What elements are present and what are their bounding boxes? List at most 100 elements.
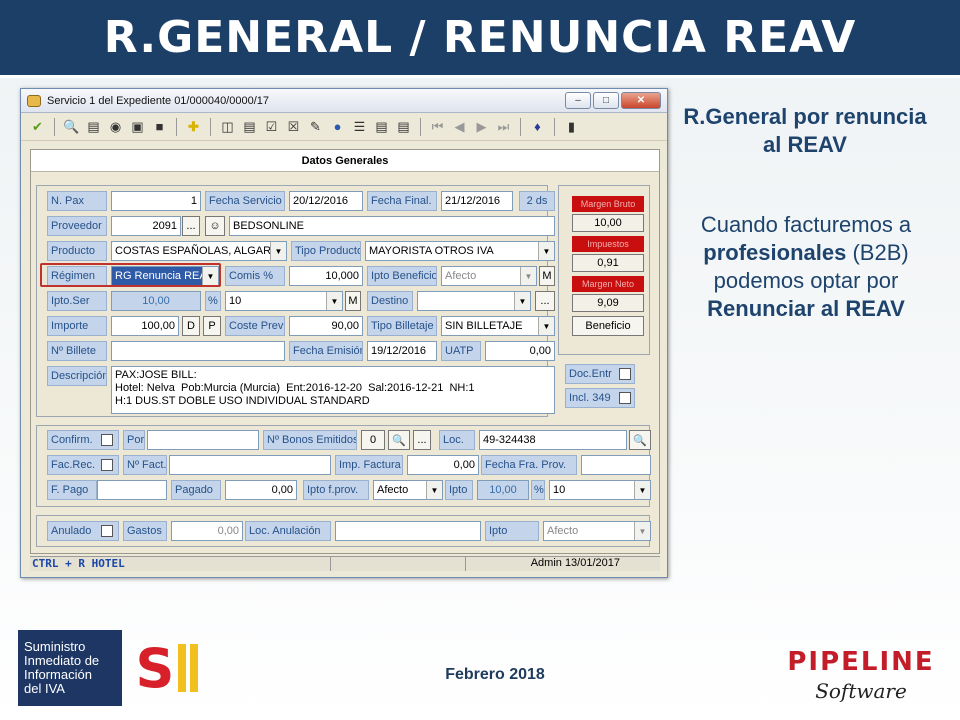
ipto-beneficio-select[interactable]: Afecto ▼ [441,266,537,286]
last-record-icon[interactable]: ⏭ [495,118,512,135]
ipto-beneficio-label: Ipto Beneficio [367,266,437,286]
anulado-checkbox[interactable] [101,525,113,537]
edit-doc-icon[interactable]: ▤ [241,118,258,135]
incl349-checkbox[interactable] [619,392,631,404]
pencil-icon[interactable]: ✎ [307,118,324,135]
chevron-down-icon[interactable]: ▼ [634,522,650,540]
importe-d-button[interactable]: D [182,316,200,336]
chevron-down-icon[interactable]: ▼ [538,317,554,335]
slide-footer-date: Febrero 2018 [445,666,545,683]
chevron-down-icon[interactable]: ▼ [426,481,442,499]
nbillete-input[interactable] [111,341,285,361]
body-bold-2: Renunciar al REAV [707,296,905,321]
fecha-servicio-input[interactable]: 20/12/2016 [289,191,363,211]
imp-factura-input[interactable]: 0,00 [407,455,479,475]
book-icon[interactable]: ♦ [529,118,546,135]
accept-check-icon[interactable]: ✔ [29,118,46,135]
doc-entr-checkbox[interactable] [619,368,631,380]
proveedor-name-input[interactable]: BEDSONLINE [229,216,555,236]
globe-icon[interactable]: ◉ [107,118,124,135]
proveedor-label: Proveedor [47,216,107,236]
fecha-final-input[interactable]: 21/12/2016 [441,191,513,211]
ipto-fprov-select[interactable]: Afecto ▼ [373,480,443,500]
ipto-pct-select[interactable]: 10 ▼ [549,480,651,500]
destino-select[interactable]: ▼ [417,291,531,311]
first-record-icon[interactable]: ⏮ [429,118,446,135]
loc-anul-input[interactable] [335,521,481,541]
new-doc-icon[interactable]: ◫ [219,118,236,135]
ipto-fprov-label: Ipto f.prov. [303,480,369,500]
next-record-icon[interactable]: ▶ [473,118,490,135]
body-text: Cuando facturemos a [700,212,912,237]
impuestos-label: Impuestos [572,236,644,252]
card-icon[interactable]: ▤ [85,118,102,135]
software-wordmark: Software [815,679,907,703]
tipo-billetaje-label: Tipo Billetaje [367,316,437,336]
add-icon[interactable]: ✚ [185,118,202,135]
list-icon[interactable]: ☰ [351,118,368,135]
confirm-checkbox[interactable] [101,434,113,446]
ipto2-select[interactable]: Afecto ▼ [543,521,651,541]
minimize-button[interactable]: – [565,92,591,109]
chevron-down-icon[interactable]: ▼ [270,242,286,260]
proveedor-lookup-button[interactable]: ... [182,216,200,236]
descripcion-label: Descripción [47,366,107,386]
status-bar: CTRL + R HOTEL Admin 13/01/2017 [30,556,660,571]
fecha-emision-label: Fecha Emisión [289,341,363,361]
tipo-producto-select[interactable]: MAYORISTA OTROS IVA ▼ [365,241,555,261]
print-icon[interactable]: ▤ [395,118,412,135]
ipto-input[interactable]: 10,00 [477,480,529,500]
iptoser-pct-select[interactable]: 10 ▼ [225,291,343,311]
margen-neto-value: 9,09 [572,294,644,312]
destino-lookup-button[interactable]: ... [535,291,555,311]
sr-icon[interactable]: ▣ [129,118,146,135]
npax-input[interactable]: 1 [111,191,201,211]
iptoser-m-button[interactable]: M [345,291,361,311]
chevron-down-icon[interactable]: ▼ [326,292,342,310]
descripcion-textarea[interactable]: PAX:JOSE BILL: Hotel: Nelva Pob:Murcia (… [111,366,555,414]
exit-icon[interactable]: ▮ [563,118,580,135]
fpago-input[interactable] [97,480,167,500]
prev-record-icon[interactable]: ◀ [451,118,468,135]
tipo-billetaje-select[interactable]: SIN BILLETAJE ▼ [441,316,555,336]
impuestos-value: 0,91 [572,254,644,272]
uatp-input[interactable]: 0,00 [485,341,555,361]
page-icon[interactable]: ▤ [373,118,390,135]
loc-search-icon[interactable]: 🔍 [629,430,651,450]
ipto-beneficio-m-button[interactable]: M [539,266,555,286]
bonos-search-icon[interactable]: 🔍 [388,430,410,450]
fecha-emision-input[interactable]: 19/12/2016 [367,341,437,361]
chevron-down-icon[interactable]: ▼ [634,481,650,499]
info-icon[interactable]: ● [329,118,346,135]
fecha-fra-input[interactable] [581,455,651,475]
pagado-input[interactable]: 0,00 [225,480,297,500]
nfact-input[interactable] [169,455,331,475]
sii-line-2: Inmediato de [24,653,100,668]
chevron-down-icon[interactable]: ▼ [514,292,530,310]
close-button[interactable]: ✕ [621,92,661,109]
facrec-checkbox[interactable] [101,459,113,471]
doc-ok-icon[interactable]: ☑ [263,118,280,135]
nbonos-label: Nº Bonos Emitidos [263,430,357,450]
chevron-down-icon[interactable]: ▼ [520,267,536,285]
search-icon[interactable]: 🔍 [63,118,80,135]
pagado-label: Pagado [171,480,221,500]
comis-input[interactable]: 10,000 [289,266,363,286]
maximize-button[interactable]: □ [593,92,619,109]
doc-x-icon[interactable]: ☒ [285,118,302,135]
bonos-lookup-button[interactable]: ... [413,430,431,450]
proveedor-code-input[interactable]: 2091 [111,216,181,236]
beneficio-button[interactable]: Beneficio [572,316,644,336]
importe-p-button[interactable]: P [203,316,221,336]
por-label: Por [123,430,145,450]
cube-icon[interactable]: ■ [151,118,168,135]
gastos-input[interactable]: 0,00 [171,521,243,541]
coste-prev-input[interactable]: 90,00 [289,316,363,336]
producto-select[interactable]: COSTAS ESPAÑOLAS, ALGARV ▼ [111,241,287,261]
proveedor-card-icon[interactable]: ☺ [205,216,225,236]
iptoser-input[interactable]: 10,00 [111,291,201,311]
loc-input[interactable]: 49-324438 [479,430,627,450]
chevron-down-icon[interactable]: ▼ [538,242,554,260]
por-input[interactable] [147,430,259,450]
importe-input[interactable]: 100,00 [111,316,179,336]
